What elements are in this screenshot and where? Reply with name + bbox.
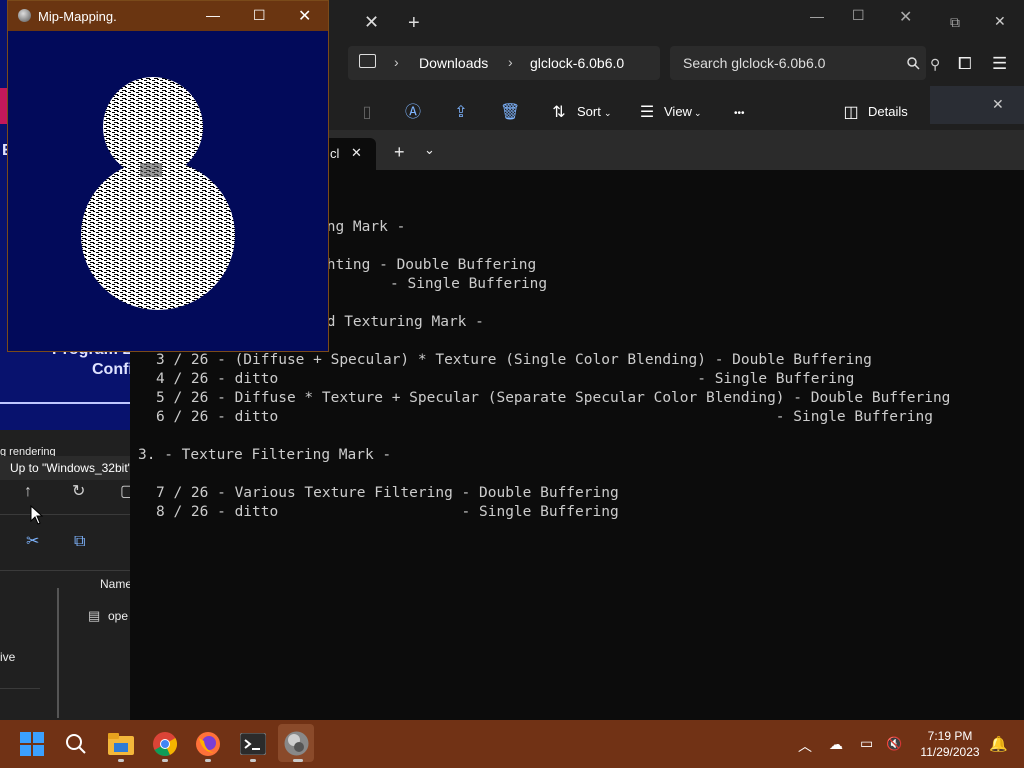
- share-icon[interactable]: ⇪: [452, 104, 470, 122]
- nav-scrollbar[interactable]: [57, 588, 59, 718]
- terminal-line: 8 / 26 - ditto - Single Buffering: [156, 504, 619, 520]
- mip-title-bar[interactable]: Mip-Mapping. — ☐ ✕: [8, 1, 328, 31]
- mouse-cursor-icon: [30, 505, 44, 525]
- terminal-line: 7 / 26 - Various Texture Filtering - Dou…: [156, 485, 619, 501]
- extensions-icon[interactable]: ⚲: [930, 56, 940, 73]
- windows-start-icon[interactable]: [20, 732, 44, 756]
- computer-icon: [359, 54, 376, 68]
- tab-dropdown-button[interactable]: ⌄: [424, 142, 435, 158]
- window-title: Mip-Mapping.: [38, 9, 117, 24]
- running-indicator: [293, 759, 303, 762]
- search-icon[interactable]: [65, 733, 87, 755]
- onedrive-icon[interactable]: ☁: [829, 736, 843, 753]
- tab-close-button[interactable]: ✕: [364, 12, 379, 33]
- copy-icon[interactable]: ⧉: [74, 534, 85, 550]
- running-indicator: [118, 759, 124, 762]
- notification-banner: ✕: [930, 86, 1024, 124]
- notification-bell-icon[interactable]: 🔔: [989, 735, 1008, 753]
- clock-date[interactable]: 11/29/2023: [912, 745, 988, 759]
- volume-muted-icon[interactable]: 🔇: [886, 736, 902, 752]
- sphere-bottom: [81, 160, 235, 310]
- terminal-line: ghting - Double Buffering: [318, 257, 537, 273]
- chevron-down-icon: ⌄: [694, 108, 702, 118]
- tooltip: Up to "Windows_32bit": [0, 456, 130, 480]
- tab-title: cl: [330, 146, 340, 161]
- running-indicator: [250, 759, 256, 762]
- minimize-icon[interactable]: —: [810, 8, 824, 24]
- search-input[interactable]: Search glclock-6.0b6.0: [683, 55, 825, 71]
- close-icon[interactable]: ✕: [992, 96, 1004, 113]
- network-icon[interactable]: ▭: [860, 735, 873, 752]
- paste-icon[interactable]: ▯: [358, 104, 376, 122]
- restore-icon[interactable]: ⧉: [950, 14, 960, 31]
- divider: [0, 688, 40, 689]
- close-icon[interactable]: ✕: [899, 7, 912, 27]
- running-indicator: [162, 759, 168, 762]
- delete-icon[interactable]: 🗑: [500, 104, 520, 122]
- rename-icon[interactable]: Ⓐ: [404, 104, 422, 122]
- render-viewport: [81, 77, 235, 310]
- terminal-line: ed Texturing Mark -: [318, 314, 484, 330]
- background-window-right: ⧉ ✕ ⚲ ⧠ ☰ ✕: [930, 0, 1024, 130]
- file-explorer-window: ✕ + — ☐ ✕ › Downloads › glclock-6.0b6.0 …: [328, 0, 930, 130]
- close-button[interactable]: ✕: [298, 6, 311, 26]
- terminal-line: 3. - Texture Filtering Mark -: [138, 447, 392, 463]
- more-options-button[interactable]: •••: [734, 108, 745, 119]
- search-box[interactable]: Search glclock-6.0b6.0: [670, 46, 926, 80]
- menu-icon[interactable]: ☰: [992, 54, 1007, 74]
- terminal-line: 5 / 26 - Diffuse * Texture + Specular (S…: [156, 390, 951, 406]
- terminal-icon[interactable]: [240, 733, 266, 755]
- address-bar[interactable]: › Downloads › glclock-6.0b6.0: [348, 46, 660, 80]
- breadcrumb-current-folder[interactable]: glclock-6.0b6.0: [530, 55, 624, 71]
- texture-detail: [140, 163, 162, 177]
- terminal-line: 3 / 26 - (Diffuse + Specular) * Texture …: [156, 352, 872, 368]
- app-icon: [18, 9, 31, 22]
- refresh-icon[interactable]: ↻: [72, 484, 85, 500]
- mip-mapping-window: Mip-Mapping. — ☐ ✕: [7, 0, 329, 352]
- search-icon: [907, 57, 920, 70]
- terminal-line: 6 / 26 - ditto - Single Buffering: [156, 409, 933, 425]
- divider: [0, 514, 130, 515]
- maximize-icon[interactable]: ☐: [852, 7, 865, 24]
- puzzle-icon[interactable]: ⧠: [958, 54, 972, 74]
- chevron-right-icon: ›: [508, 54, 513, 70]
- tab-close-button[interactable]: ✕: [351, 145, 362, 161]
- file-item[interactable]: ope: [108, 609, 128, 623]
- sort-icon: ⇅: [552, 104, 566, 121]
- firefox-icon[interactable]: [196, 732, 220, 756]
- cut-icon[interactable]: ✂: [26, 534, 39, 550]
- divider: [0, 570, 130, 571]
- terminal-line: - Single Buffering: [390, 276, 548, 292]
- name-column-header[interactable]: Name: [100, 577, 132, 591]
- terminal-line: 4 / 26 - ditto - Single Buffering: [156, 371, 855, 387]
- chevron-up-icon[interactable]: ︿: [798, 736, 812, 756]
- breadcrumb-downloads[interactable]: Downloads: [419, 55, 488, 71]
- file-icon: ▤: [88, 608, 101, 623]
- running-indicator: [205, 759, 211, 762]
- chevron-down-icon: ⌄: [604, 108, 612, 118]
- maximize-button[interactable]: ☐: [253, 7, 266, 24]
- minimize-button[interactable]: —: [206, 7, 220, 23]
- close-icon[interactable]: ✕: [994, 13, 1006, 30]
- new-tab-button[interactable]: +: [408, 12, 420, 35]
- nav-item[interactable]: ive: [0, 650, 15, 664]
- view-button[interactable]: View: [664, 104, 692, 119]
- details-pane-icon: ◫: [843, 104, 859, 121]
- config-label: Confi: [92, 361, 133, 378]
- glclock-app-icon[interactable]: [284, 731, 309, 756]
- view-icon: ☰: [639, 104, 655, 121]
- details-button[interactable]: Details: [868, 104, 908, 119]
- chevron-right-icon: ›: [394, 54, 399, 70]
- divider: [0, 402, 130, 404]
- clock-time[interactable]: 7:19 PM: [912, 729, 988, 743]
- sort-button[interactable]: Sort: [577, 104, 601, 119]
- terminal-line: ing Mark -: [318, 219, 406, 235]
- up-arrow-icon[interactable]: ↑: [24, 484, 32, 500]
- file-explorer-icon[interactable]: [108, 733, 134, 755]
- chrome-icon[interactable]: [153, 732, 177, 756]
- new-tab-button[interactable]: +: [394, 142, 405, 163]
